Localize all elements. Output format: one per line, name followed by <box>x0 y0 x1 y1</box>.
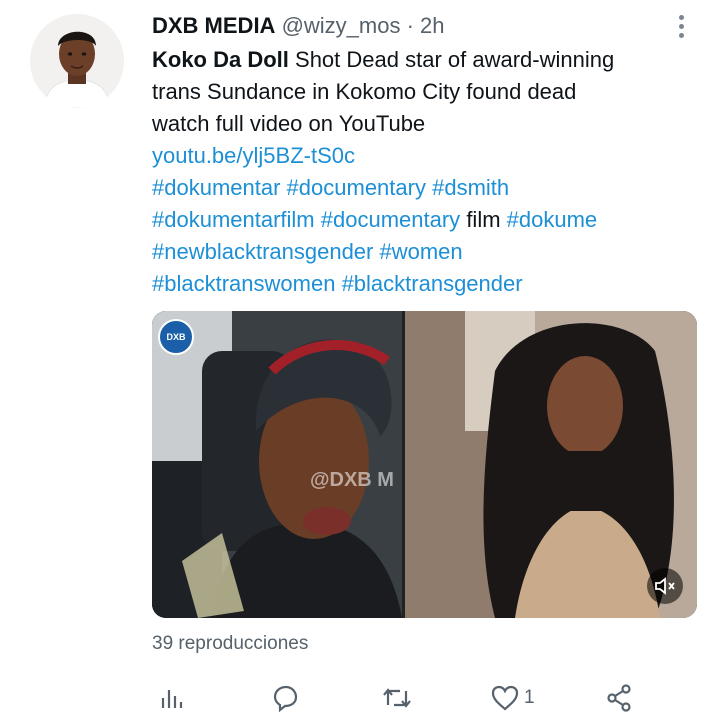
more-vertical-icon <box>672 15 690 38</box>
youtube-link[interactable]: youtu.be/ylj5BZ-tS0c <box>152 143 355 168</box>
analytics-button[interactable] <box>158 678 186 718</box>
tweet-text-line2: trans Sundance in Kokomo City found dead <box>152 79 577 104</box>
video-right-frame <box>405 311 697 618</box>
author-handle[interactable]: @wizy_mos <box>282 13 401 38</box>
tweet-actions: 1 <box>152 678 672 718</box>
channel-badge: DXB <box>158 319 194 355</box>
heart-icon <box>491 685 519 711</box>
views-count: 39 reproducciones <box>152 633 309 654</box>
mute-button[interactable] <box>647 568 683 604</box>
tweet-text: Koko Da Doll Shot Dead star of award-win… <box>152 44 692 300</box>
reply-button[interactable] <box>270 678 300 718</box>
like-button[interactable]: 1 <box>490 678 535 718</box>
hashtag-link[interactable]: #blacktranswomen <box>152 271 335 296</box>
tweet-text-line3: watch full video on YouTube <box>152 111 426 136</box>
header-separator: · <box>400 13 421 38</box>
mute-icon <box>655 577 675 595</box>
tweet-lead: Koko Da Doll <box>152 47 289 72</box>
hashtag-link[interactable]: #dokumentar <box>152 175 280 200</box>
tweet-header: DXB MEDIA @wizy_mos · 2h <box>152 12 445 40</box>
video-left-frame: DXB @DXB M <box>152 311 402 618</box>
channel-badge-label: DXB <box>166 332 186 342</box>
hashtag-link[interactable]: #dokume <box>507 207 598 232</box>
hashtag-link[interactable]: #documentary <box>287 175 426 200</box>
like-count: 1 <box>524 687 535 708</box>
share-button[interactable] <box>604 678 634 718</box>
video-watermark: @DXB M <box>310 469 394 491</box>
analytics-icon <box>161 690 183 708</box>
hashtag-link[interactable]: #women <box>380 239 463 264</box>
retweet-icon <box>383 688 411 708</box>
reply-icon <box>273 685 298 713</box>
hashtag-link[interactable]: #documentary <box>321 207 460 232</box>
tweet-time[interactable]: 2h <box>420 13 444 38</box>
retweet-button[interactable] <box>380 678 414 718</box>
hashtag-link[interactable]: #dokumentarfilm <box>152 207 315 232</box>
tweet-video[interactable]: DXB @DXB M <box>152 311 697 618</box>
tweet-text-line1: Shot Dead star of award-winning <box>288 47 615 72</box>
plain-word: film <box>466 207 501 232</box>
avatar-image <box>30 14 124 108</box>
share-icon <box>607 684 631 712</box>
more-options-button[interactable] <box>672 12 690 46</box>
author-name[interactable]: DXB MEDIA <box>152 13 275 38</box>
hashtag-link[interactable]: #dsmith <box>432 175 509 200</box>
avatar[interactable] <box>30 14 124 108</box>
hashtag-link[interactable]: #blacktransgender <box>342 271 523 296</box>
hashtag-link[interactable]: #newblacktransgender <box>152 239 373 264</box>
